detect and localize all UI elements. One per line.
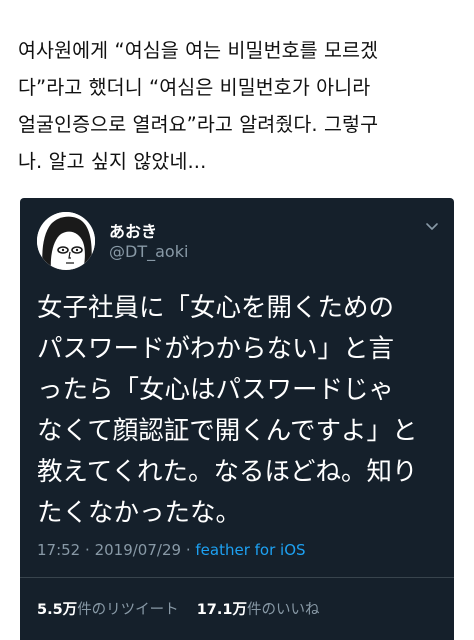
retweet-stat[interactable]: 5.5万件のリツイート <box>37 602 179 618</box>
screenshot-page: 여사원에게 “여심을 여는 비밀번호를 모르겠 다”라고 했더니 “여심은 비밀… <box>0 0 474 640</box>
korean-caption: 여사원에게 “여심을 여는 비밀번호를 모르겠 다”라고 했더니 “여심은 비밀… <box>18 32 458 180</box>
retweet-count: 5.5万 <box>37 602 78 618</box>
tweet-text-line: たくなかったな。 <box>37 498 242 528</box>
meta-separator: · <box>185 541 191 559</box>
display-name[interactable]: あおき <box>109 218 157 242</box>
tweet-date[interactable]: 2019/07/29 <box>95 541 181 559</box>
like-label: 件のいいね <box>246 602 320 618</box>
tweet-stats: 5.5万件のリツイート 17.1万件のいいね <box>37 598 319 619</box>
caption-line: 다”라고 했더니 “여심은 비밀번호가 아니라 <box>18 76 371 99</box>
meta-separator: · <box>85 541 90 559</box>
tweet-text-line: なくて顔認証で開くんですよ」と <box>37 416 418 446</box>
tweet-metadata: 17:52 · 2019/07/29 · feather for iOS <box>37 541 306 559</box>
tweet-text-line: 教えてくれた。なるほどね。知り <box>37 457 418 487</box>
like-count: 17.1万 <box>196 602 247 618</box>
caption-line: 나. 알고 싶지 않았네... <box>18 150 207 173</box>
divider <box>20 577 454 578</box>
tweet-card[interactable]: あおき @DT_aoki 女子社員に「女心を開くための パスワードがわからない」… <box>20 198 454 640</box>
tweet-time[interactable]: 17:52 <box>37 541 80 559</box>
caption-line: 여사원에게 “여심을 여는 비밀번호를 모르겠 <box>18 39 379 62</box>
cartoon-face-avatar-icon <box>37 212 95 270</box>
tweet-source-link[interactable]: feather for iOS <box>195 541 305 559</box>
avatar[interactable] <box>37 212 95 270</box>
like-stat[interactable]: 17.1万件のいいね <box>197 602 320 618</box>
user-handle[interactable]: @DT_aoki <box>109 242 188 261</box>
tweet-text-line: パスワードがわからない」と言 <box>37 334 395 364</box>
caption-line: 얼굴인증으로 열려요”라고 알려줬다. 그렇구 <box>18 113 379 136</box>
tweet-text-line: ったら「女心はパスワードじゃ <box>37 375 395 405</box>
tweet-text: 女子社員に「女心を開くための パスワードがわからない」と言 ったら「女心はパスワ… <box>37 288 447 534</box>
chevron-down-icon[interactable] <box>424 218 440 234</box>
retweet-label: 件のリツイート <box>77 602 179 618</box>
tweet-text-line: 女子社員に「女心を開くための <box>37 293 395 323</box>
